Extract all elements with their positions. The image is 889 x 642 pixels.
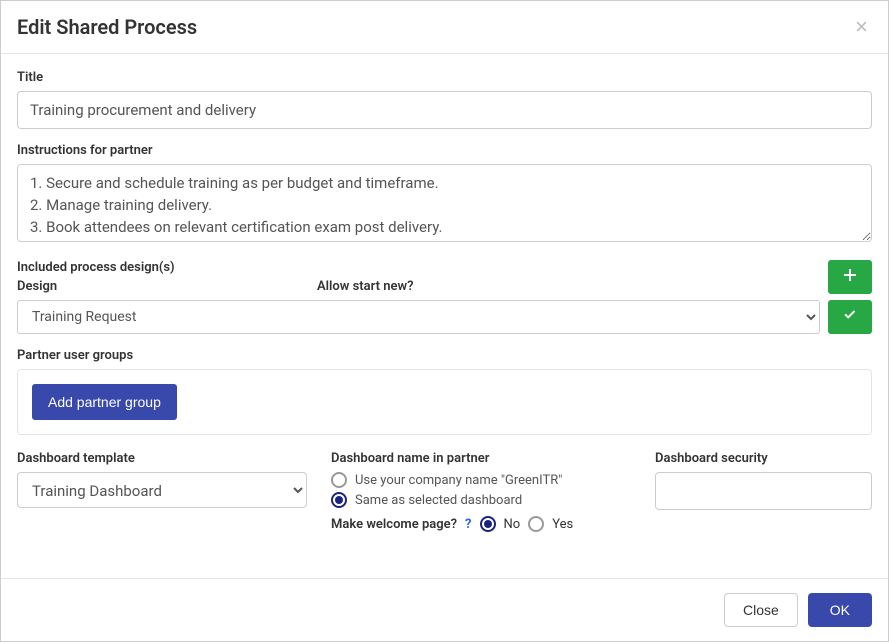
partner-groups-group: Partner user groups Add partner group: [17, 348, 872, 435]
confirm-design-button[interactable]: [828, 300, 872, 334]
radio-icon: [331, 492, 347, 508]
welcome-page-row: Make welcome page? ? No Yes: [331, 516, 631, 532]
plus-icon: [842, 267, 858, 288]
welcome-yes-label: Yes: [552, 517, 573, 532]
design-column-label: Design: [17, 279, 317, 294]
dashboard-row: Dashboard template Training Dashboard Da…: [17, 451, 872, 532]
add-design-button[interactable]: [828, 260, 872, 294]
instructions-textarea[interactable]: [17, 164, 872, 242]
dashboard-security-label: Dashboard security: [655, 451, 872, 466]
modal-header: Edit Shared Process ×: [1, 1, 888, 54]
design-row: Training Request: [17, 300, 872, 334]
add-partner-group-button[interactable]: Add partner group: [32, 384, 177, 420]
dashboard-name-label: Dashboard name in partner: [331, 451, 631, 466]
radio-company-name[interactable]: Use your company name "GreenITR": [331, 472, 631, 488]
welcome-no-label: No: [504, 517, 521, 532]
welcome-label: Make welcome page?: [331, 517, 457, 532]
partner-groups-label: Partner user groups: [17, 348, 872, 363]
included-label: Included process design(s): [17, 260, 828, 275]
welcome-yes-radio[interactable]: [528, 516, 544, 532]
radio-icon: [331, 472, 347, 488]
check-icon: [842, 307, 858, 328]
allow-column-label: Allow start new?: [317, 279, 828, 294]
dashboard-name-col: Dashboard name in partner Use your compa…: [331, 451, 631, 532]
instructions-group: Instructions for partner: [17, 143, 872, 246]
dashboard-template-label: Dashboard template: [17, 451, 307, 466]
modal-body: Title Instructions for partner Included …: [1, 54, 888, 578]
ok-button[interactable]: OK: [808, 593, 872, 627]
title-label: Title: [17, 70, 872, 85]
dashboard-security-col: Dashboard security: [655, 451, 872, 532]
title-input[interactable]: [17, 91, 872, 129]
design-select[interactable]: Training Request: [17, 300, 820, 334]
close-icon[interactable]: ×: [851, 16, 872, 38]
close-button[interactable]: Close: [724, 593, 798, 627]
dashboard-security-input[interactable]: [655, 472, 872, 510]
radio-same-label: Same as selected dashboard: [355, 493, 522, 508]
welcome-no-radio[interactable]: [480, 516, 496, 532]
title-group: Title: [17, 70, 872, 129]
edit-shared-process-modal: Edit Shared Process × Title Instructions…: [0, 0, 889, 642]
instructions-label: Instructions for partner: [17, 143, 872, 158]
radio-same-as-dashboard[interactable]: Same as selected dashboard: [331, 492, 631, 508]
radio-company-label: Use your company name "GreenITR": [355, 473, 562, 488]
modal-footer: Close OK: [1, 578, 888, 641]
modal-title: Edit Shared Process: [17, 15, 197, 39]
included-designs-group: Included process design(s) Design Allow …: [17, 260, 872, 334]
help-icon[interactable]: ?: [465, 517, 471, 532]
dashboard-template-select[interactable]: Training Dashboard: [17, 472, 307, 508]
dashboard-template-col: Dashboard template Training Dashboard: [17, 451, 307, 532]
partner-groups-panel: Add partner group: [17, 369, 872, 435]
